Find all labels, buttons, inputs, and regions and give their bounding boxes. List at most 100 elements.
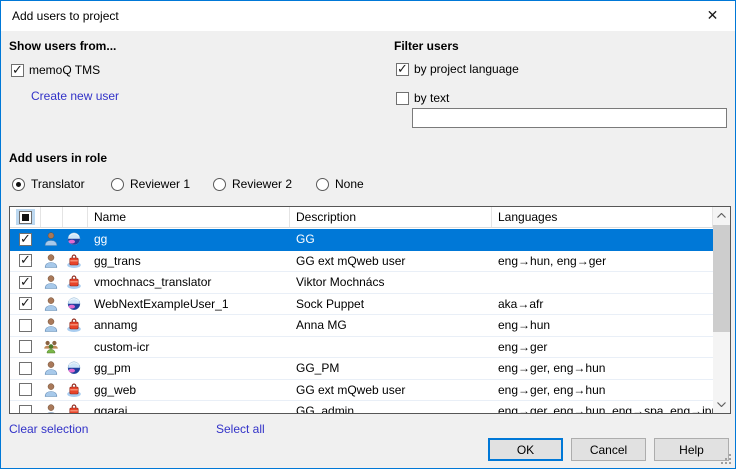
resize-grip[interactable]	[729, 462, 731, 464]
text-filter-input[interactable]	[412, 108, 727, 128]
user-languages: eng→hun, eng→ger	[492, 251, 713, 272]
user-row[interactable]: annamg Anna MG eng→hun	[10, 315, 713, 337]
select-all-link[interactable]: Select all	[216, 422, 265, 436]
user-languages	[492, 229, 713, 250]
by-project-language-label: by project language	[414, 62, 519, 76]
ok-button[interactable]: OK	[488, 438, 563, 461]
row-checkbox[interactable]	[19, 362, 32, 375]
user-row[interactable]: custom-icr eng→ger	[10, 337, 713, 359]
user-row[interactable]: WebNextExampleUser_1 Sock Puppet aka→afr	[10, 294, 713, 316]
radio-icon[interactable]	[111, 178, 124, 191]
radio-icon[interactable]	[213, 178, 226, 191]
header-select-checkbox-cell[interactable]	[10, 207, 41, 227]
person-icon	[43, 231, 59, 247]
filter-users-group: Filter users by project language by text	[394, 39, 729, 105]
user-name: ggarai	[88, 401, 290, 413]
list-header: Name Description Languages	[10, 207, 713, 228]
user-row[interactable]: gg GG	[10, 229, 713, 251]
by-text-checkbox[interactable]	[396, 92, 409, 105]
role-radio-row[interactable]: None	[316, 177, 364, 191]
radio-icon[interactable]	[12, 178, 25, 191]
user-languages: eng→ger	[492, 337, 713, 358]
user-name: gg_web	[88, 380, 290, 401]
row-checkbox[interactable]	[19, 297, 32, 310]
user-description: GG ext mQweb user	[290, 380, 492, 401]
scroll-up-button[interactable]	[713, 207, 730, 224]
by-text-row[interactable]: by text	[396, 91, 729, 105]
select-all-checkbox[interactable]	[19, 211, 32, 224]
role-radio-row[interactable]: Translator	[12, 177, 111, 191]
create-new-user-link[interactable]: Create new user	[31, 89, 119, 103]
user-languages: eng→ger, eng→hun, eng→spa, eng→jpn	[492, 401, 713, 413]
group-icon	[43, 339, 59, 355]
close-icon[interactable]: ✕	[690, 1, 735, 30]
add-users-dialog: Add users to project ✕ Show users from..…	[0, 0, 736, 469]
briefcase-icon	[66, 274, 82, 290]
cancel-button[interactable]: Cancel	[571, 438, 646, 461]
user-name: vmochnacs_translator	[88, 272, 290, 293]
by-text-label: by text	[414, 91, 449, 105]
add-users-in-role-group: Add users in role Translator Reviewer 1 …	[9, 151, 364, 191]
column-header-description[interactable]: Description	[290, 207, 492, 227]
user-row[interactable]: gg_trans GG ext mQweb user eng→hun, eng→…	[10, 251, 713, 273]
scrollbar-thumb[interactable]	[713, 225, 730, 332]
help-button[interactable]: Help	[654, 438, 729, 461]
briefcase-icon	[66, 403, 82, 413]
user-name: WebNextExampleUser_1	[88, 294, 290, 315]
column-header-type-icon[interactable]	[63, 207, 88, 227]
show-users-from-heading: Show users from...	[9, 39, 119, 53]
user-description: GG_PM	[290, 358, 492, 379]
user-description	[290, 337, 492, 358]
briefcase-icon	[66, 253, 82, 269]
vertical-scrollbar[interactable]	[713, 207, 730, 413]
user-row[interactable]: ggarai GG_admin eng→ger, eng→hun, eng→sp…	[10, 401, 713, 413]
memoq-tms-checkbox-row[interactable]: memoQ TMS	[11, 63, 119, 77]
person-icon	[43, 274, 59, 290]
user-name: gg_trans	[88, 251, 290, 272]
user-description: GG	[290, 229, 492, 250]
user-description: Viktor Mochnács	[290, 272, 492, 293]
web-icon	[66, 360, 82, 376]
role-label: Reviewer 2	[232, 177, 292, 191]
clear-selection-link[interactable]: Clear selection	[9, 422, 88, 436]
row-checkbox[interactable]	[19, 276, 32, 289]
person-icon	[43, 253, 59, 269]
memoq-tms-label: memoQ TMS	[29, 63, 100, 77]
user-row[interactable]: vmochnacs_translator Viktor Mochnács	[10, 272, 713, 294]
user-languages: eng→ger, eng→hun	[492, 358, 713, 379]
role-radio-row[interactable]: Reviewer 2	[213, 177, 316, 191]
column-header-languages[interactable]: Languages	[492, 207, 713, 227]
role-options: Translator Reviewer 1 Reviewer 2 None	[12, 177, 364, 191]
titlebar: Add users to project ✕	[1, 1, 735, 31]
row-checkbox[interactable]	[19, 254, 32, 267]
user-description: GG ext mQweb user	[290, 251, 492, 272]
row-checkbox[interactable]	[19, 405, 32, 413]
column-header-name[interactable]: Name	[88, 207, 290, 227]
user-description: Sock Puppet	[290, 294, 492, 315]
scroll-down-button[interactable]	[713, 396, 730, 413]
column-header-user-icon[interactable]	[41, 207, 63, 227]
web-icon	[66, 231, 82, 247]
person-icon	[43, 360, 59, 376]
row-checkbox[interactable]	[19, 233, 32, 246]
person-icon	[43, 317, 59, 333]
radio-icon[interactable]	[316, 178, 329, 191]
row-checkbox[interactable]	[19, 383, 32, 396]
role-radio-row[interactable]: Reviewer 1	[111, 177, 213, 191]
user-name: custom-icr	[88, 337, 290, 358]
user-name: annamg	[88, 315, 290, 336]
row-checkbox[interactable]	[19, 340, 32, 353]
chevron-down-icon	[717, 402, 726, 407]
user-languages: aka→afr	[492, 294, 713, 315]
memoq-tms-checkbox[interactable]	[11, 64, 24, 77]
user-description: GG_admin	[290, 401, 492, 413]
by-project-language-checkbox[interactable]	[396, 63, 409, 76]
row-checkbox[interactable]	[19, 319, 32, 332]
chevron-up-icon	[717, 213, 726, 218]
user-row[interactable]: gg_pm GG_PM eng→ger, eng→hun	[10, 358, 713, 380]
by-project-language-row[interactable]: by project language	[396, 62, 729, 76]
role-label: None	[335, 177, 364, 191]
filter-users-heading: Filter users	[394, 39, 729, 53]
person-icon	[43, 382, 59, 398]
user-row[interactable]: gg_web GG ext mQweb user eng→ger, eng→hu…	[10, 380, 713, 402]
